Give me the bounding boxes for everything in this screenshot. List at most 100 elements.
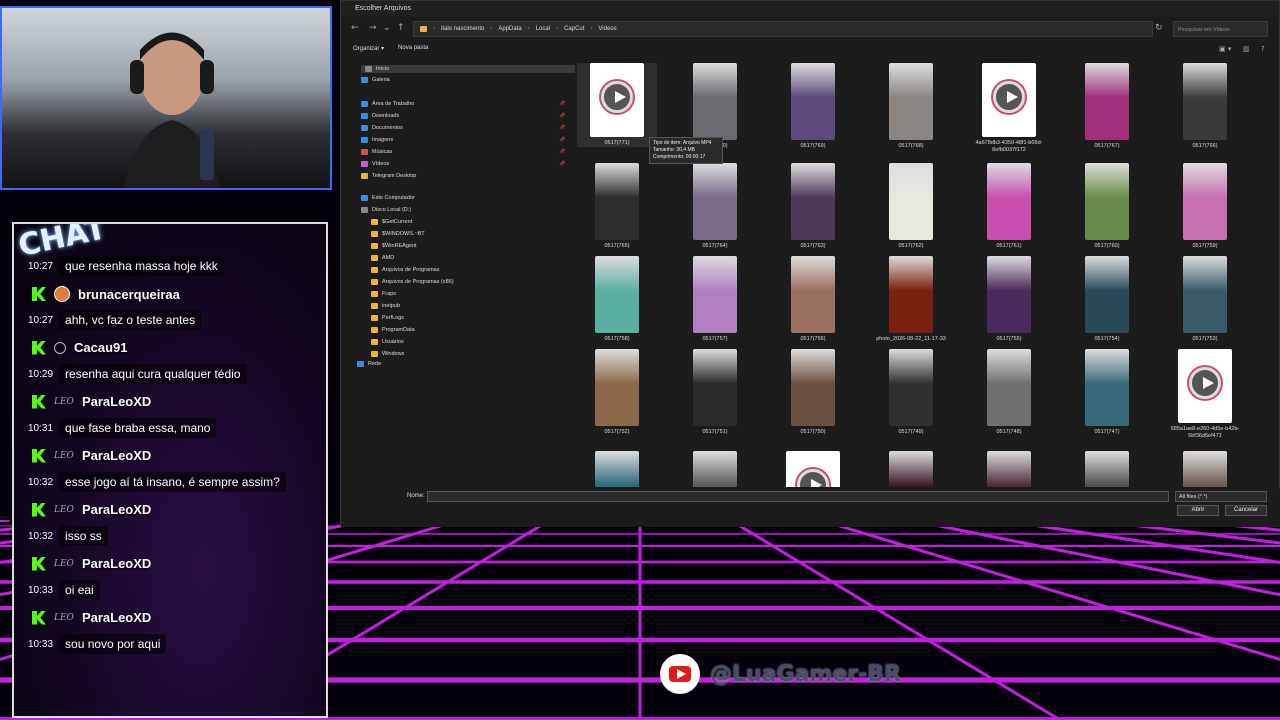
- file-item[interactable]: 0517(766): [1165, 63, 1245, 150]
- breadcrumb-item[interactable]: Videos: [598, 26, 616, 32]
- nav-item-arquivos-de-programas[interactable]: Arquivos de Programas: [371, 267, 439, 273]
- nav-item-perflogs[interactable]: PerfLogs: [371, 315, 404, 321]
- folder-icon: [371, 303, 378, 309]
- file-item[interactable]: 0517(753): [1165, 256, 1245, 343]
- nav-item-disco-local-d-[interactable]: Disco Local (D:): [361, 207, 411, 213]
- youtube-channel-tag: @LuaGamer-BR: [660, 654, 901, 694]
- nav-item-documentos[interactable]: Documentos 📌: [361, 125, 565, 131]
- nav-item-programdata[interactable]: ProgramData: [371, 327, 415, 333]
- nav-item-galeria[interactable]: Galeria: [361, 77, 390, 83]
- breadcrumb-item[interactable]: Local: [536, 26, 550, 32]
- file-item[interactable]: 0517(750): [773, 349, 853, 436]
- nav-item-label: $WinREAgent: [382, 243, 417, 249]
- file-item[interactable]: 0517(762): [871, 163, 951, 250]
- new-folder-button[interactable]: Nova pasta: [398, 45, 428, 52]
- nav-item-rede[interactable]: Rede: [357, 361, 381, 367]
- nav-item-m-sicas[interactable]: Músicas 📌: [361, 149, 565, 155]
- breadcrumb-item[interactable]: italo nascimento: [441, 26, 484, 32]
- file-name: 0517(762): [898, 243, 924, 249]
- nav-item-label: $GetCurrent: [382, 219, 413, 225]
- file-item[interactable]: 0517(751): [675, 349, 755, 436]
- refresh-icon[interactable]: ↻: [1155, 23, 1163, 33]
- chat-message: 10:27 ahh, vc faz o teste antes: [28, 310, 202, 330]
- back-arrow-icon[interactable]: ←: [351, 23, 359, 33]
- file-item[interactable]: [1067, 451, 1147, 487]
- nav-item-windows[interactable]: Windows: [371, 351, 404, 357]
- download-icon: [361, 113, 368, 119]
- dialog-toolbar: Organizar ▾ Nova pasta: [353, 45, 428, 52]
- play-icon: [601, 81, 633, 113]
- open-button[interactable]: Abrir: [1177, 505, 1219, 516]
- file-item[interactable]: 0517(756): [773, 256, 853, 343]
- nav-item-telegram-desktop[interactable]: Telegram Desktop: [361, 173, 416, 179]
- file-item[interactable]: [773, 451, 853, 487]
- file-item[interactable]: 0517(761): [969, 163, 1049, 250]
- nav-item-label: Área de Trabalho: [372, 101, 415, 107]
- nav-item-inetpub[interactable]: inetpub: [371, 303, 400, 309]
- file-item[interactable]: 0517(767): [1067, 63, 1147, 150]
- file-grid: 0517(771)0517(770)0517(769)0517(768)4a67…: [577, 59, 1267, 487]
- recent-locations-chevron-icon[interactable]: ⌄: [383, 23, 391, 33]
- file-item[interactable]: 0517(771): [577, 63, 657, 147]
- file-type-filter[interactable]: All files (*.*): [1175, 491, 1267, 502]
- breadcrumb[interactable]: › italo nascimento › AppData › Local › CapCut › V…: [413, 21, 1153, 37]
- cancel-button[interactable]: Cancelar: [1225, 505, 1267, 516]
- file-thumbnail: [987, 163, 1031, 240]
- file-item[interactable]: [675, 451, 755, 487]
- file-item[interactable]: 0517(755): [969, 256, 1049, 343]
- nav-item--rea-de-trabalho[interactable]: Área de Trabalho 📌: [361, 101, 565, 107]
- search-input[interactable]: Pesquisar em Videos: [1173, 21, 1268, 37]
- file-item[interactable]: 0517(759): [1165, 163, 1245, 250]
- chat-text: sou novo por aqui: [59, 634, 167, 654]
- chat-time: 10:32: [28, 476, 54, 488]
- file-item[interactable]: [871, 451, 951, 487]
- nav-item-v-deos[interactable]: Vídeos 📌: [361, 161, 565, 167]
- breadcrumb-item[interactable]: AppData: [498, 26, 521, 32]
- nav-item-downloads[interactable]: Downloads 📌: [361, 113, 565, 119]
- breadcrumb-item[interactable]: CapCut: [564, 26, 584, 32]
- preview-pane-icon[interactable]: ▥: [1243, 45, 1250, 53]
- kick-logo-icon: [32, 340, 46, 355]
- file-item[interactable]: photo_2026-08-22_11-17-33: [871, 256, 951, 343]
- file-item[interactable]: 0517(749): [871, 349, 951, 436]
- forward-arrow-icon[interactable]: →: [369, 23, 377, 33]
- file-name: photo_2026-08-22_11-17-33: [876, 336, 946, 342]
- nav-item--winreagent[interactable]: $WinREAgent: [371, 243, 417, 249]
- file-item[interactable]: 0517(769): [773, 63, 853, 150]
- file-item[interactable]: 0517(747): [1067, 349, 1147, 436]
- nav-item--windows-bt[interactable]: $WINDOWS.~BT: [371, 231, 425, 237]
- file-item[interactable]: 685a1ae8-e260-4d5e-b42b-5bf36d6ef471: [1165, 349, 1245, 440]
- nav-item-imagens[interactable]: Imagens 📌: [361, 137, 565, 143]
- file-item[interactable]: 0517(748): [969, 349, 1049, 436]
- nav-item-fraps[interactable]: Fraps: [371, 291, 396, 297]
- organize-button[interactable]: Organizar ▾: [353, 45, 384, 52]
- file-thumbnail: [1085, 163, 1129, 240]
- file-item[interactable]: 0517(763): [773, 163, 853, 250]
- nav-item-arquivos-de-programas-x86-[interactable]: Arquivos de Programas (x86): [371, 279, 454, 285]
- file-item[interactable]: 0517(765): [577, 163, 657, 250]
- nav-item--getcurrent[interactable]: $GetCurrent: [371, 219, 412, 225]
- file-item[interactable]: 0517(752): [577, 349, 657, 436]
- file-thumbnail: [791, 163, 835, 240]
- file-item[interactable]: 0517(764): [675, 163, 755, 250]
- file-item[interactable]: 0517(768): [871, 63, 951, 150]
- home-icon: [365, 66, 372, 72]
- file-name-input[interactable]: [427, 491, 1169, 502]
- file-item[interactable]: [577, 451, 657, 487]
- nav-item-este-computador[interactable]: Este Computador: [361, 195, 415, 201]
- file-item[interactable]: 0517(760): [1067, 163, 1147, 250]
- chat-username-row: LEO ParaLeoXD: [32, 502, 151, 517]
- file-item[interactable]: [1165, 451, 1245, 487]
- up-arrow-icon[interactable]: ↑: [397, 23, 405, 33]
- help-icon[interactable]: ?: [1261, 45, 1265, 53]
- file-item[interactable]: 0517(754): [1067, 256, 1147, 343]
- file-item[interactable]: 0517(757): [675, 256, 755, 343]
- file-item[interactable]: 4a678db3-4350-48f1-b09d-8efb0037f172: [969, 63, 1049, 154]
- nav-item-usu-rios[interactable]: Usuários: [371, 339, 404, 345]
- file-item[interactable]: [969, 451, 1049, 487]
- nav-item-amd[interactable]: AMD: [371, 255, 394, 261]
- view-options-icon[interactable]: ▣ ▾: [1219, 45, 1231, 53]
- file-item[interactable]: 0517(758): [577, 256, 657, 343]
- nav-item-in-cio[interactable]: Início: [361, 65, 575, 73]
- file-thumbnail: [1085, 256, 1129, 333]
